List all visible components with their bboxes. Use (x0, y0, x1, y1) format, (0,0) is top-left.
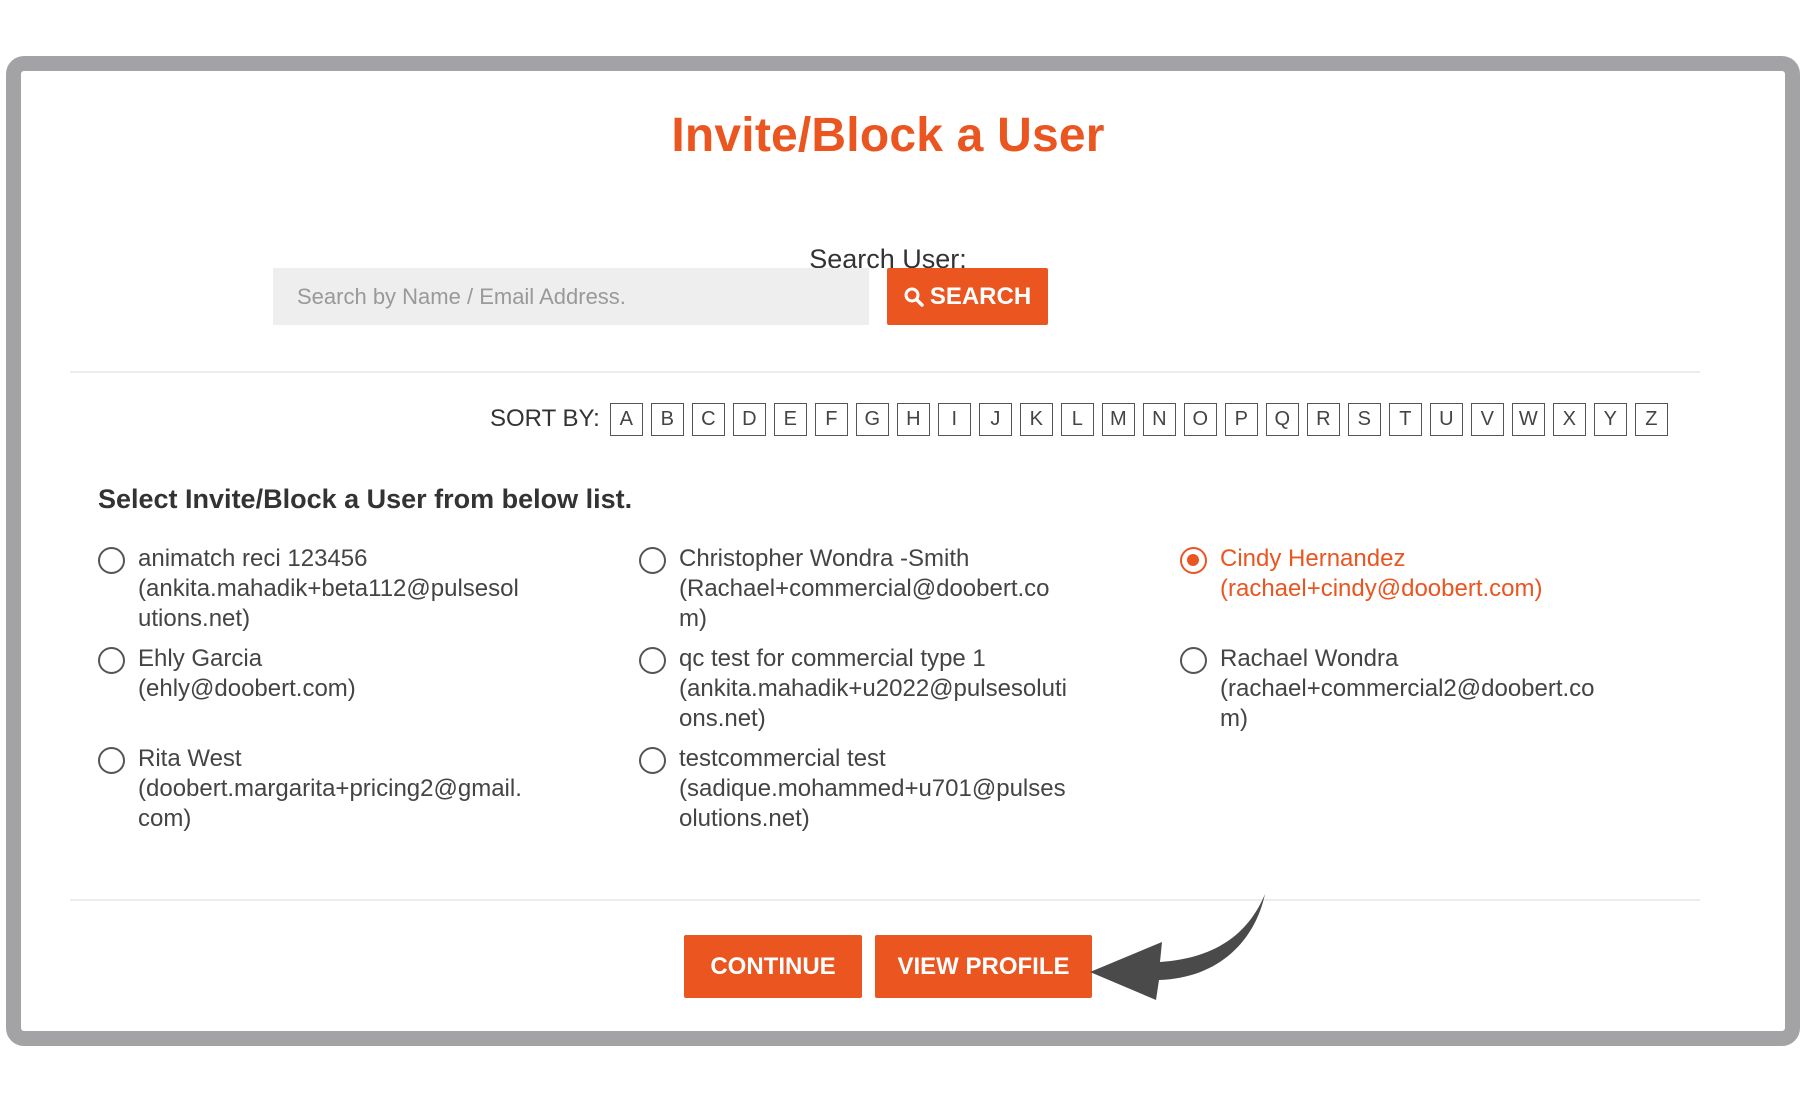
sort-letter-p[interactable]: P (1224, 402, 1258, 436)
sort-bar: SORT BY: ABCDEFGHIJKLMNOPQRSTUVWXYZ (490, 402, 1668, 436)
user-email: (sadique.mohammed+u701@pulsesolutions.ne… (679, 775, 1066, 832)
sort-letter-z[interactable]: Z (1634, 402, 1668, 436)
search-button-label: SEARCH (929, 282, 1032, 310)
user-name: Rita West (138, 745, 242, 772)
user-email: (rachael+commercial2@doobert.com) (1220, 675, 1595, 732)
user-email: (ehly@doobert.com) (138, 675, 356, 702)
user-email: (doobert.margarita+pricing2@gmail.com) (138, 775, 522, 832)
sort-letter-c[interactable]: C (691, 402, 725, 436)
user-name: animatch reci 123456 (138, 545, 368, 572)
user-name: testcommercial test (679, 745, 886, 772)
user-email: (ankita.mahadik+beta112@pulsesolutions.n… (138, 575, 519, 632)
user-radio[interactable] (639, 747, 666, 774)
user-name: Cindy Hernandez (1220, 545, 1406, 572)
sort-letter-r[interactable]: R (1306, 402, 1340, 436)
divider-top (70, 371, 1700, 373)
sort-letter-u[interactable]: U (1429, 402, 1463, 436)
user-option[interactable]: Rita West (doobert.margarita+pricing2@gma… (98, 744, 639, 834)
sort-letter-y[interactable]: Y (1593, 402, 1627, 436)
user-radio[interactable] (1180, 647, 1207, 674)
user-radio[interactable] (639, 547, 666, 574)
sort-letter-x[interactable]: X (1552, 402, 1586, 436)
sort-letter-i[interactable]: I (937, 402, 971, 436)
user-option[interactable]: qc test for commercial type 1 (ankita.mah… (639, 644, 1180, 734)
sort-label: SORT BY: (490, 405, 600, 432)
search-button[interactable]: SEARCH (887, 268, 1048, 325)
sort-letter-w[interactable]: W (1511, 402, 1545, 436)
user-radio[interactable] (98, 547, 125, 574)
user-option[interactable]: animatch reci 123456 (ankita.mahadik+beta… (98, 544, 639, 634)
user-radio[interactable] (98, 647, 125, 674)
sort-letter-q[interactable]: Q (1265, 402, 1299, 436)
sort-letter-o[interactable]: O (1183, 402, 1217, 436)
user-label: Ehly Garcia (ehly@doobert.com) (138, 644, 528, 704)
sort-letter-a[interactable]: A (609, 402, 643, 436)
sort-letter-v[interactable]: V (1470, 402, 1504, 436)
sort-letter-n[interactable]: N (1142, 402, 1176, 436)
sort-letter-f[interactable]: F (814, 402, 848, 436)
sort-letter-e[interactable]: E (773, 402, 807, 436)
sort-letter-b[interactable]: B (650, 402, 684, 436)
sort-letter-t[interactable]: T (1388, 402, 1422, 436)
user-option[interactable]: Cindy Hernandez (rachael+cindy@doobert.co… (1180, 544, 1721, 634)
sort-letter-m[interactable]: M (1101, 402, 1135, 436)
user-email: (Rachael+commercial@doobert.com) (679, 575, 1050, 632)
sort-letter-l[interactable]: L (1060, 402, 1094, 436)
user-option[interactable]: testcommercial test (sadique.mohammed+u70… (639, 744, 1180, 834)
divider-bottom (70, 899, 1700, 901)
user-name: Ehly Garcia (138, 645, 263, 672)
user-radio[interactable] (98, 747, 125, 774)
user-label: Christopher Wondra -Smith (Rachael+commer… (679, 544, 1069, 634)
user-option[interactable]: Ehly Garcia (ehly@doobert.com) (98, 644, 639, 734)
user-name: Rachael Wondra (1220, 645, 1399, 672)
pointer-arrow-icon (1090, 894, 1265, 1000)
user-option[interactable]: Christopher Wondra -Smith (Rachael+commer… (639, 544, 1180, 634)
user-name: qc test for commercial type 1 (679, 645, 986, 672)
sort-letters: ABCDEFGHIJKLMNOPQRSTUVWXYZ (609, 402, 1668, 436)
user-email: (rachael+cindy@doobert.com) (1220, 575, 1543, 602)
user-label: Rachael Wondra (rachael+commercial2@doobe… (1220, 644, 1610, 734)
sort-letter-k[interactable]: K (1019, 402, 1053, 436)
sort-letter-h[interactable]: H (896, 402, 930, 436)
user-radio[interactable] (639, 647, 666, 674)
user-label: Cindy Hernandez (rachael+cindy@doobert.co… (1220, 544, 1610, 604)
user-radio[interactable] (1180, 547, 1207, 574)
page-title: Invite/Block a User (671, 109, 1105, 162)
user-list: animatch reci 123456 (ankita.mahadik+beta… (98, 544, 1718, 834)
sort-letter-s[interactable]: S (1347, 402, 1381, 436)
user-name: Christopher Wondra -Smith (679, 545, 970, 572)
sort-letter-d[interactable]: D (732, 402, 766, 436)
search-input[interactable] (273, 268, 869, 325)
user-label: Rita West (doobert.margarita+pricing2@gma… (138, 744, 528, 834)
sort-letter-g[interactable]: G (855, 402, 889, 436)
user-label: animatch reci 123456 (ankita.mahadik+beta… (138, 544, 528, 634)
user-email: (ankita.mahadik+u2022@pulsesolutions.net… (679, 675, 1067, 732)
user-option[interactable]: Rachael Wondra (rachael+commercial2@doobe… (1180, 644, 1721, 734)
search-icon (904, 287, 924, 307)
view-profile-button[interactable]: VIEW PROFILE (875, 935, 1092, 998)
user-label: testcommercial test (sadique.mohammed+u70… (679, 744, 1069, 834)
list-instruction: Select Invite/Block a User from below li… (98, 484, 633, 514)
continue-button[interactable]: CONTINUE (684, 935, 862, 998)
sort-letter-j[interactable]: J (978, 402, 1012, 436)
user-label: qc test for commercial type 1 (ankita.mah… (679, 644, 1069, 734)
